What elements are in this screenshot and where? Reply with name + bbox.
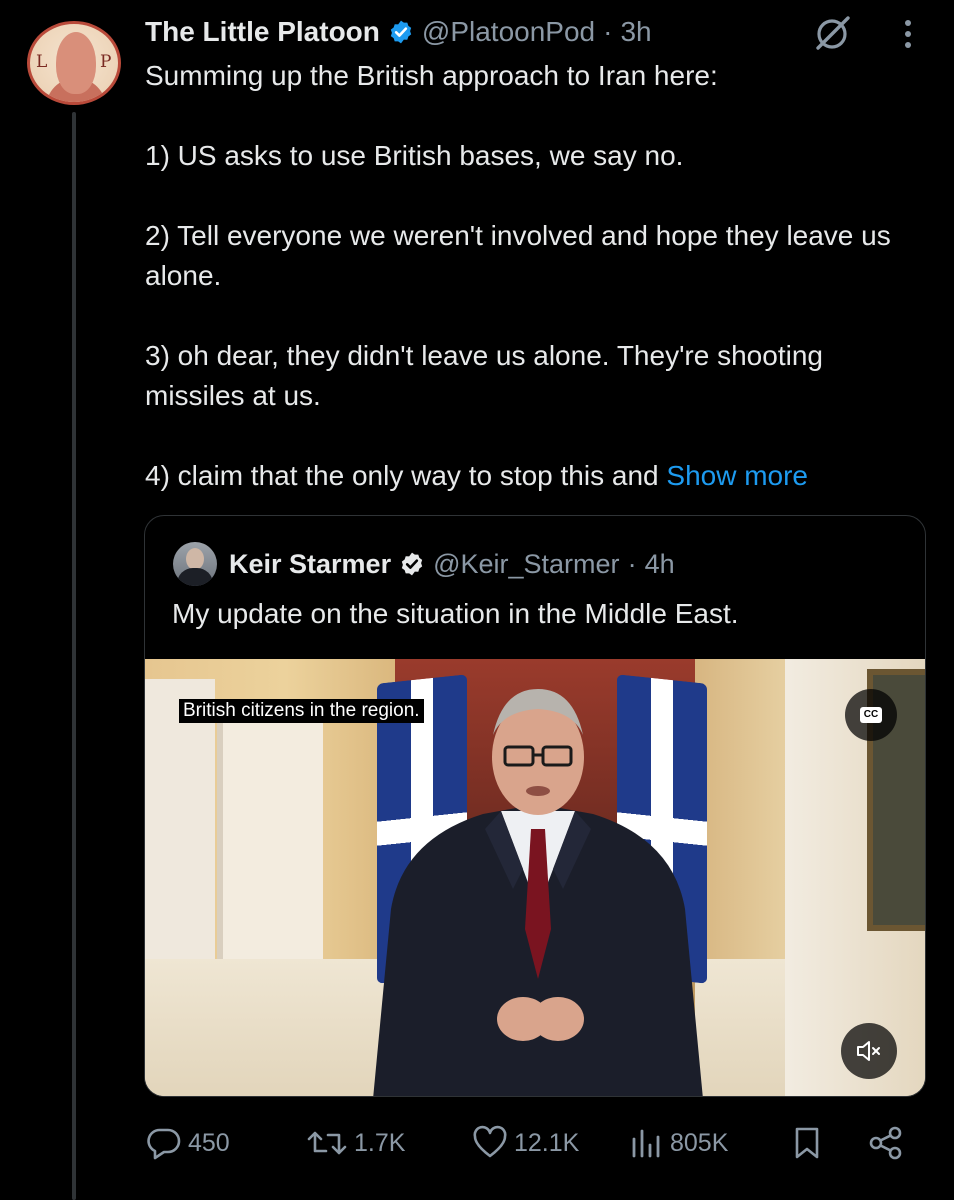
avatar-letter-l: L [36, 52, 48, 72]
grok-icon[interactable] [812, 14, 854, 52]
repost-button[interactable]: 1.7K [306, 1118, 405, 1168]
tweet-line-3: 3) oh dear, they didn't leave us alone. … [145, 340, 823, 411]
closed-captions-icon: CC [860, 707, 882, 723]
share-button[interactable] [868, 1118, 904, 1168]
reply-button[interactable]: 450 [146, 1118, 230, 1168]
action-bar: 450 1.7K 12.1K 805K [146, 1118, 916, 1168]
author-name[interactable]: The Little Platoon [145, 16, 380, 48]
muted-speaker-icon [857, 1041, 880, 1061]
bookmark-button[interactable] [792, 1118, 822, 1168]
video-caption: British citizens in the region. [179, 699, 424, 723]
video-player[interactable]: British citizens in the region. CC [145, 659, 925, 1096]
reply-count: 450 [188, 1128, 230, 1157]
author-avatar[interactable]: L P [27, 21, 121, 105]
quoted-author-name[interactable]: Keir Starmer [229, 549, 391, 580]
quoted-tweet-text: My update on the situation in the Middle… [172, 598, 739, 629]
like-count: 12.1K [514, 1128, 580, 1157]
speaker-figure [373, 689, 703, 1096]
quoted-header-separator: · [627, 548, 637, 579]
quoted-tweet-time: 4h [644, 548, 675, 579]
show-more-link[interactable]: Show more [666, 460, 808, 491]
quoted-tweet-card[interactable]: Keir Starmer @Keir_Starmer · 4h My updat… [144, 515, 926, 1097]
reply-icon [147, 1128, 181, 1160]
repost-icon [307, 1131, 347, 1155]
tweet-time[interactable]: 3h [620, 16, 651, 48]
heart-icon [473, 1125, 507, 1158]
quoted-tweet-header: Keir Starmer @Keir_Starmer · 4h [229, 546, 675, 582]
view-count: 805K [670, 1128, 729, 1157]
verified-badge-icon [390, 20, 412, 44]
like-button[interactable]: 12.1K [472, 1118, 579, 1168]
thread-line [72, 112, 76, 1200]
header-separator: · [603, 16, 613, 47]
views-bar-chart-icon [632, 1129, 660, 1158]
tweet-header: The Little Platoon @PlatoonPod · 3h [145, 12, 652, 52]
share-icon [869, 1126, 902, 1160]
bookmark-icon [795, 1127, 819, 1159]
quoted-verified-badge-icon [401, 552, 423, 576]
tweet-line-intro: Summing up the British approach to Iran … [145, 60, 718, 91]
repost-count: 1.7K [354, 1128, 406, 1157]
tweet-line-2: 2) Tell everyone we weren't involved and… [145, 220, 891, 291]
avatar-letter-p: P [100, 52, 112, 72]
author-handle[interactable]: @PlatoonPod [422, 16, 595, 48]
tweet-line-4: 4) claim that the only way to stop this … [145, 456, 925, 496]
avatar-face [56, 32, 96, 94]
quoted-author-handle[interactable]: @Keir_Starmer [433, 549, 619, 580]
unmute-button[interactable] [841, 1023, 897, 1079]
quoted-avatar-head [186, 548, 204, 570]
tweet-body: Summing up the British approach to Iran … [145, 56, 925, 496]
views-button[interactable]: 805K [630, 1118, 728, 1168]
tweet-line-4-text: 4) claim that the only way to stop this … [145, 460, 659, 491]
closed-captions-button[interactable]: CC [845, 689, 897, 741]
quoted-avatar-suit [177, 568, 213, 586]
more-options-icon[interactable] [896, 17, 920, 51]
tweet-line-1: 1) US asks to use British bases, we say … [145, 140, 684, 171]
quoted-author-avatar[interactable] [173, 542, 217, 586]
